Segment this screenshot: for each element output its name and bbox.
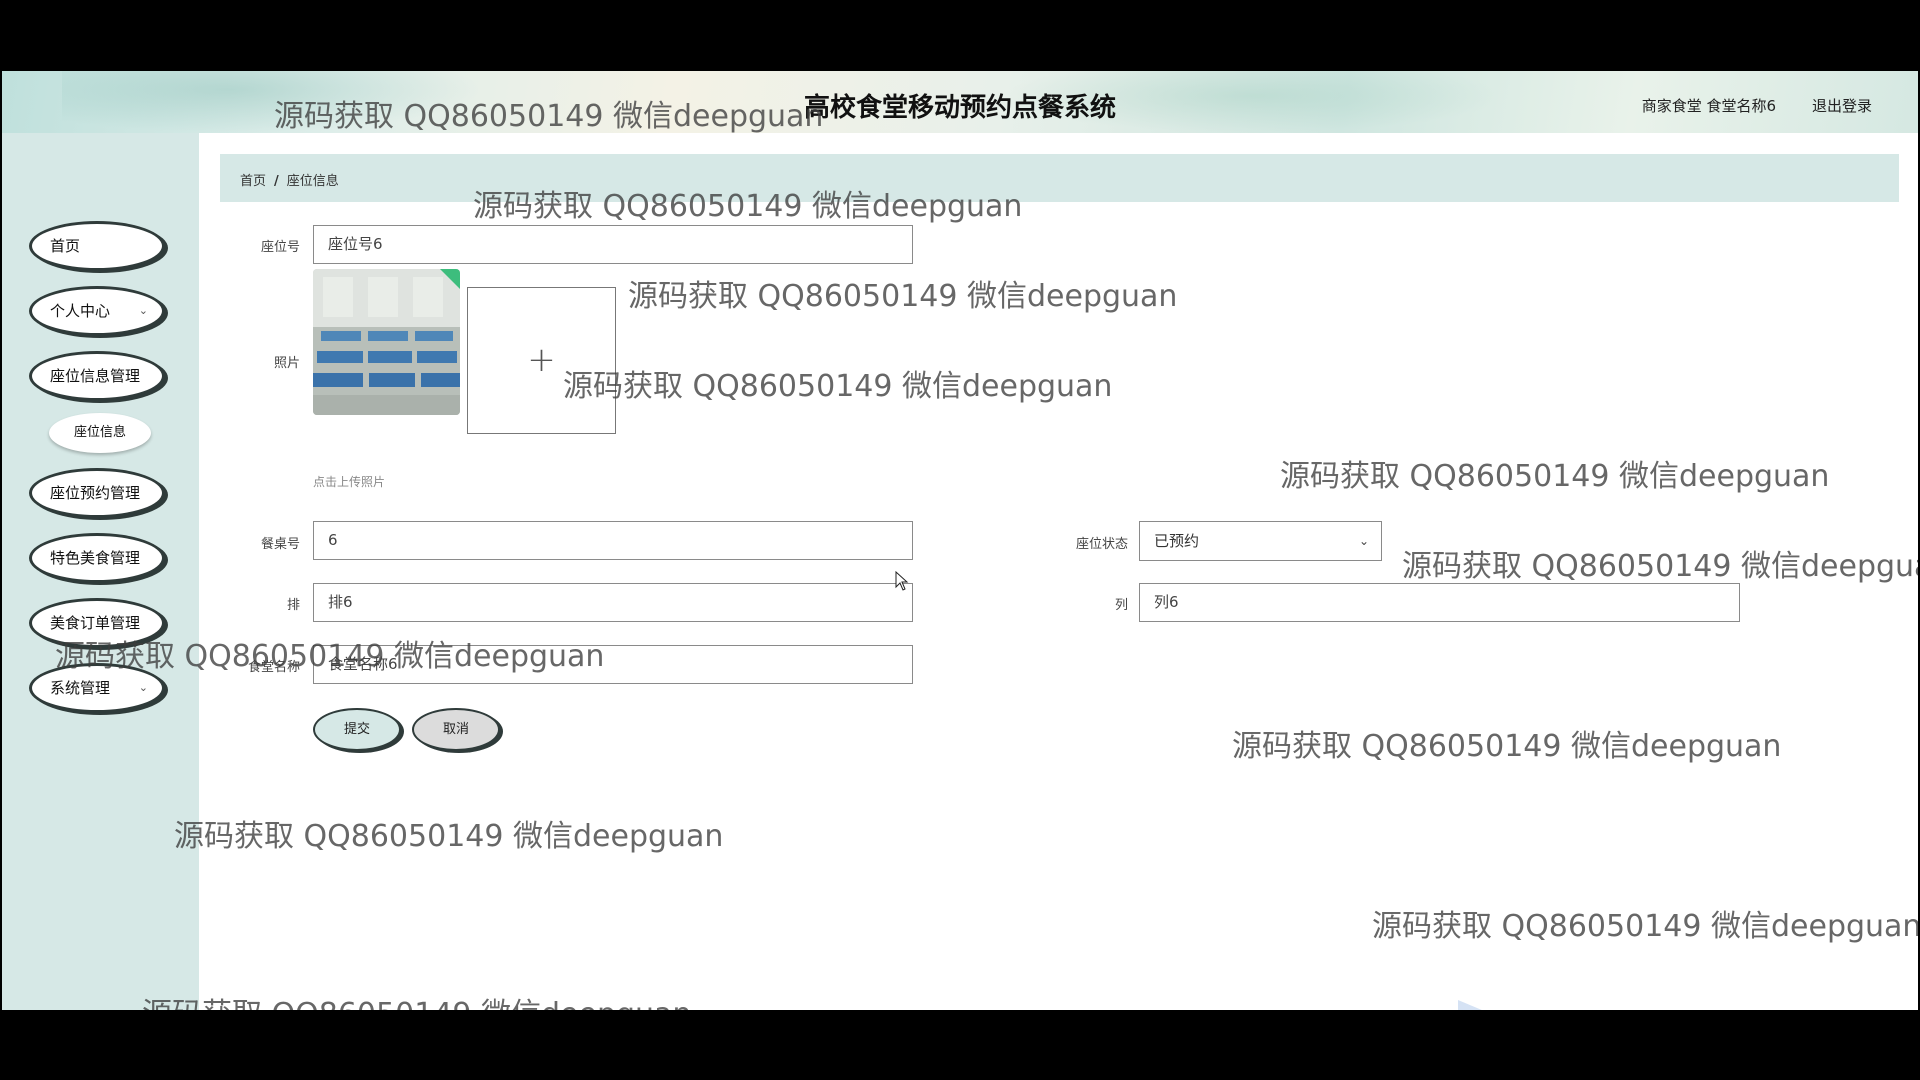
sidebar-item-seat-reservation-management[interactable]: 座位预约管理 (29, 468, 165, 518)
sidebar-item-label: 美食订单管理 (50, 614, 141, 632)
sidebar-item-label: 座位信息 (73, 425, 126, 440)
sidebar-item-seat-info-management[interactable]: 座位信息管理 (29, 351, 165, 401)
watermark-text: 源码获取 QQ86050149 微信deepguan (1402, 549, 1918, 584)
column-input[interactable]: 列6 (1139, 583, 1740, 622)
watermark-text: 源码获取 QQ86050149 微信deepguan (1232, 729, 1782, 764)
watermark-text: 源码获取 QQ86050149 微信deepguan (1372, 909, 1918, 944)
sidebar-item-label: 首页 (50, 237, 81, 255)
watermark-text: 源码获取 QQ86050149 微信deepguan (628, 279, 1178, 314)
seat-status-value: 已预约 (1154, 532, 1200, 550)
sidebar-item-label: 特色美食管理 (50, 549, 141, 567)
cancel-button[interactable]: 取消 (412, 708, 500, 751)
system-title: 高校食堂移动预约点餐系统 (803, 93, 1116, 123)
table-no-input[interactable]: 6 (313, 521, 913, 560)
canteen-name-label: 食堂名称 (247, 660, 300, 675)
breadcrumb: 首页 / 座位信息 (240, 170, 339, 189)
photo-label: 照片 (273, 356, 300, 371)
watermark-text: 源码获取 QQ86050149 微信deepguan (1280, 459, 1830, 494)
top-header: 高校食堂移动预约点餐系统 商家食堂 食堂名称6 退出登录 (2, 71, 1918, 133)
seat-no-input[interactable]: 座位号6 (313, 225, 913, 264)
row-label: 排 (286, 598, 300, 613)
seat-status-select[interactable]: 已预约 ⌄ (1139, 521, 1382, 561)
upload-hint: 点击上传照片 (313, 475, 386, 489)
plus-icon: + (527, 340, 556, 380)
breadcrumb-bar: 首页 / 座位信息 (220, 154, 1899, 202)
watermark-text: 源码获取 QQ86050149 微信deepguan (563, 369, 1113, 404)
chevron-down-icon: ⌄ (138, 304, 148, 317)
canteen-name-input[interactable]: 食堂名称6 (313, 645, 913, 684)
player-logo-icon (1458, 1000, 1482, 1010)
chevron-down-icon: ⌄ (138, 681, 148, 694)
video-frame: 高校食堂移动预约点餐系统 商家食堂 食堂名称6 退出登录 首页 个人中心 ⌄ 座… (0, 0, 1920, 1080)
sidebar-subitem-seat-info[interactable]: 座位信息 (49, 413, 151, 453)
chevron-down-icon: ⌄ (1358, 534, 1369, 548)
column-label: 列 (1114, 598, 1128, 613)
app-window: 高校食堂移动预约点餐系统 商家食堂 食堂名称6 退出登录 首页 个人中心 ⌄ 座… (2, 71, 1918, 1010)
row-input[interactable]: 排6 (313, 583, 913, 622)
sidebar-item-label: 座位预约管理 (50, 484, 141, 502)
sidebar-item-label: 系统管理 (50, 679, 111, 697)
breadcrumb-home[interactable]: 首页 (240, 174, 266, 189)
sidebar-item-specialty-food-management[interactable]: 特色美食管理 (29, 533, 165, 583)
sidebar-item-label: 个人中心 (50, 302, 111, 320)
sidebar-item-home[interactable]: 首页 (29, 221, 165, 271)
breadcrumb-current: 座位信息 (286, 174, 339, 189)
submit-button[interactable]: 提交 (313, 708, 401, 751)
table-no-label: 餐桌号 (260, 537, 300, 552)
sidebar-item-system-management[interactable]: 系统管理 ⌄ (29, 663, 165, 713)
logout-link[interactable]: 退出登录 (1812, 95, 1872, 116)
photo-upload-box[interactable]: + (467, 287, 616, 434)
sidebar-item-personal-center[interactable]: 个人中心 ⌄ (29, 286, 165, 336)
canteen-photo-image (313, 269, 460, 415)
sidebar-item-food-order-management[interactable]: 美食订单管理 (29, 598, 165, 648)
sidebar: 首页 个人中心 ⌄ 座位信息管理 座位信息 座位预约管理 特色美食管理 美食订单… (2, 133, 199, 1010)
seat-photo-thumbnail[interactable] (313, 269, 460, 415)
sidebar-item-label: 座位信息管理 (50, 367, 141, 385)
watermark-text: 源码获取 QQ86050149 微信deepguan (174, 819, 724, 854)
seat-no-label: 座位号 (260, 240, 300, 255)
watermark-text: 源码获取 QQ86050149 微信deepguan (142, 989, 691, 1010)
user-info: 商家食堂 食堂名称6 (1641, 97, 1776, 115)
breadcrumb-separator: / (274, 174, 279, 189)
seat-status-label: 座位状态 (1075, 537, 1128, 552)
mouse-cursor-icon (895, 571, 909, 591)
